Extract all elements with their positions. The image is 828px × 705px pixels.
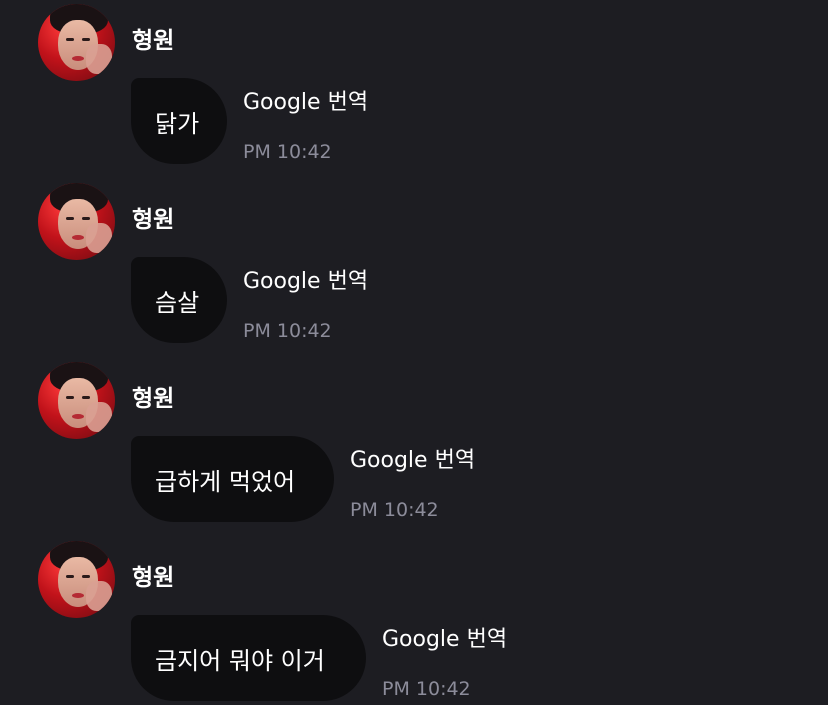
avatar-lips <box>72 56 84 61</box>
message-time: PM 10:42 <box>243 320 332 342</box>
message-bubble[interactable]: 닭가 <box>131 78 227 164</box>
avatar-eye <box>82 575 90 578</box>
message-time: PM 10:42 <box>350 499 439 521</box>
sender-name: 형원 <box>132 28 175 54</box>
avatar-eye <box>66 38 74 41</box>
google-translate-link[interactable]: Google 번역 <box>243 268 368 296</box>
message-bubble[interactable]: 슴살 <box>131 257 227 343</box>
message-time: PM 10:42 <box>382 678 471 700</box>
avatar-eye <box>66 217 74 220</box>
message-row: 형원 닭가 Google 번역 PM 10:42 <box>0 0 828 180</box>
avatar-lips <box>72 235 84 240</box>
avatar-lips <box>72 414 84 419</box>
avatar-hand <box>86 223 112 253</box>
google-translate-link[interactable]: Google 번역 <box>243 89 368 117</box>
avatar[interactable] <box>38 4 115 81</box>
google-translate-link[interactable]: Google 번역 <box>350 447 475 475</box>
avatar-eye <box>66 575 74 578</box>
avatar-hand <box>86 44 112 74</box>
avatar-lips <box>72 593 84 598</box>
message-row: 형원 슴살 Google 번역 PM 10:42 <box>0 179 828 359</box>
message-bubble[interactable]: 급하게 먹었어 <box>131 436 334 522</box>
google-translate-link[interactable]: Google 번역 <box>382 626 507 654</box>
avatar[interactable] <box>38 362 115 439</box>
sender-name: 형원 <box>132 386 175 412</box>
sender-name: 형원 <box>132 207 175 233</box>
message-bubble[interactable]: 금지어 뭐야 이거 <box>131 615 366 701</box>
message-row: 형원 급하게 먹었어 Google 번역 PM 10:42 <box>0 358 828 538</box>
chat-thread: 형원 닭가 Google 번역 PM 10:42 형원 슴살 Google 번역… <box>0 0 828 705</box>
avatar-hand <box>86 402 112 432</box>
avatar-eye <box>82 38 90 41</box>
avatar-hand <box>86 581 112 611</box>
sender-name: 형원 <box>132 565 175 591</box>
avatar[interactable] <box>38 541 115 618</box>
avatar-eye <box>82 217 90 220</box>
avatar[interactable] <box>38 183 115 260</box>
avatar-eye <box>82 396 90 399</box>
avatar-eye <box>66 396 74 399</box>
message-time: PM 10:42 <box>243 141 332 163</box>
message-row: 형원 금지어 뭐야 이거 Google 번역 PM 10:42 <box>0 537 828 705</box>
